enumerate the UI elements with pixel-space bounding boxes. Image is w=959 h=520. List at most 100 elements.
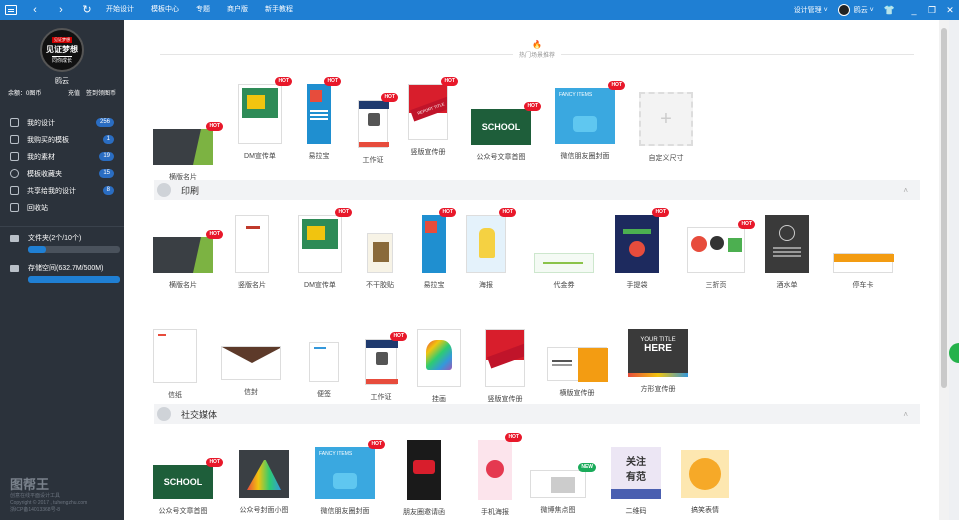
template-card[interactable]: SCHOOL HOT 公众号文章首图 bbox=[466, 102, 541, 162]
template-card[interactable]: FANCY ITEMS HOT 微信朋友圈封面 bbox=[549, 81, 625, 161]
template-card[interactable]: HOT 手提袋 bbox=[607, 208, 669, 290]
template-thumbnail: SCHOOL bbox=[153, 465, 213, 499]
template-thumbnail bbox=[466, 215, 506, 273]
template-thumbnail: REPORT TITLE bbox=[408, 84, 448, 140]
hot-badge: HOT bbox=[390, 332, 407, 341]
template-thumbnail bbox=[485, 329, 525, 387]
template-card[interactable]: HOT 易拉宝 bbox=[414, 208, 456, 290]
share-icon bbox=[10, 186, 19, 195]
template-card[interactable]: HOT 海报 bbox=[461, 208, 516, 290]
sidebar-item-materials[interactable]: 我的素材 19 bbox=[0, 148, 124, 165]
menu-start-design[interactable]: 开始设计 bbox=[106, 0, 134, 20]
flame-icon: 🔥 bbox=[532, 40, 542, 49]
template-card[interactable]: 竖版宣传册 bbox=[480, 329, 530, 404]
user-avatar[interactable] bbox=[837, 4, 850, 16]
template-thumbnail bbox=[238, 84, 282, 144]
template-thumbnail bbox=[422, 215, 446, 273]
custom-size-card[interactable]: + 自定义尺寸 bbox=[634, 92, 698, 163]
template-card[interactable]: HOT 工作证 bbox=[356, 332, 407, 402]
template-card[interactable]: 搞笑表情 bbox=[677, 450, 733, 515]
template-card[interactable]: 信纸 bbox=[152, 329, 198, 400]
balance-text: 余额：0图币 bbox=[8, 91, 42, 97]
template-card[interactable]: YOUR TITLE HERE 方形宣传册 bbox=[624, 329, 692, 394]
sidebar-item-favorites[interactable]: 模板收藏夹 15 bbox=[0, 165, 124, 182]
avatar-sub: 同你成长 bbox=[51, 55, 72, 64]
sidebar-footer: 图帮王 创意在线平面设计工具 Copyright © 2017 , tuheng… bbox=[10, 474, 87, 514]
template-card[interactable]: 代金券 bbox=[529, 253, 599, 290]
template-card[interactable]: 关注 有范 二维码 bbox=[607, 447, 665, 516]
template-card[interactable]: 公众号封面小图 bbox=[232, 450, 296, 515]
template-thumbnail bbox=[765, 215, 809, 273]
template-thumbnail bbox=[298, 215, 342, 273]
storage-usage: 存储空间(632.7M/500M) bbox=[0, 263, 124, 283]
forward-arrow-icon[interactable]: › bbox=[48, 0, 74, 20]
sidebar-item-my-designs[interactable]: 我的设计 256 bbox=[0, 114, 124, 131]
template-card[interactable]: 便签 bbox=[304, 342, 344, 399]
collapse-icon[interactable]: ˄ bbox=[903, 186, 908, 195]
template-thumbnail bbox=[153, 237, 213, 273]
minimize-button[interactable]: _ bbox=[905, 5, 923, 15]
template-card[interactable]: NEW 微博焦点图 bbox=[526, 463, 596, 515]
user-icon bbox=[10, 118, 19, 127]
sidebar-item-purchased[interactable]: 我购买的模板 1 bbox=[0, 131, 124, 148]
template-thumbnail bbox=[615, 215, 659, 273]
template-thumbnail bbox=[239, 450, 289, 498]
side-widget-button[interactable] bbox=[949, 343, 959, 363]
sidebar-item-trash[interactable]: 回收站 bbox=[0, 199, 124, 216]
user-menu[interactable]: 鸥云 ˅ bbox=[854, 5, 874, 15]
template-card[interactable]: HOT 易拉宝 bbox=[299, 77, 341, 161]
template-card[interactable]: 酒水单 bbox=[762, 215, 812, 290]
scrollbar-thumb[interactable] bbox=[941, 28, 947, 388]
template-card[interactable]: FANCY ITEMS HOT 微信朋友圈封面 bbox=[314, 440, 385, 516]
avatar-title: 见证梦想 bbox=[46, 44, 78, 54]
template-thumbnail bbox=[417, 329, 461, 387]
template-card[interactable]: HOT DM宣传单 bbox=[294, 208, 352, 290]
template-card[interactable]: SCHOOL HOT 公众号文章首图 bbox=[152, 458, 223, 516]
profile-avatar[interactable]: 见证梦想 见证梦想 同你成长 bbox=[40, 28, 84, 72]
count-badge: 1 bbox=[102, 135, 114, 144]
template-thumbnail bbox=[309, 342, 339, 382]
design-manage-dropdown[interactable]: 设计管理 ˅ bbox=[794, 5, 828, 15]
refresh-icon[interactable]: ↻ bbox=[74, 0, 100, 20]
close-button[interactable]: ✕ bbox=[941, 5, 959, 16]
maximize-button[interactable]: ❐ bbox=[923, 5, 941, 16]
template-card[interactable]: 挂画 bbox=[414, 329, 464, 404]
hot-badge: HOT bbox=[335, 208, 352, 217]
template-card[interactable]: HOT 工作证 bbox=[348, 93, 398, 165]
back-arrow-icon[interactable]: ‹ bbox=[22, 0, 48, 20]
template-card[interactable]: HOT 手机海报 bbox=[470, 433, 522, 517]
menu-merchant[interactable]: 商户版 bbox=[227, 0, 248, 20]
template-card[interactable]: HOT DM宣传单 bbox=[235, 77, 292, 161]
section-print[interactable]: 印刷 ˄ bbox=[154, 180, 920, 200]
template-card[interactable]: 不干胶贴 bbox=[360, 233, 400, 290]
template-card[interactable]: HOT 横版名片 bbox=[152, 107, 223, 182]
menu-icon[interactable] bbox=[0, 0, 22, 20]
menu-topics[interactable]: 专题 bbox=[196, 0, 210, 20]
trash-icon bbox=[10, 203, 19, 212]
tshirt-icon[interactable]: 👕 bbox=[884, 5, 895, 16]
template-card[interactable]: 停车卡 bbox=[830, 253, 896, 290]
template-card[interactable]: 信封 bbox=[218, 346, 284, 397]
template-card[interactable]: 横版宣传册 bbox=[544, 347, 610, 398]
template-card[interactable]: HOT 横版名片 bbox=[152, 230, 223, 290]
storage-progress bbox=[28, 276, 120, 283]
hot-badge: HOT bbox=[524, 102, 541, 111]
collapse-icon[interactable]: ˄ bbox=[903, 410, 908, 419]
menu-template-center[interactable]: 模板中心 bbox=[151, 0, 179, 20]
template-thumbnail bbox=[681, 450, 729, 498]
template-card[interactable]: 朋友圈邀请函 bbox=[394, 440, 454, 517]
cart-icon bbox=[10, 135, 19, 144]
scrollbar[interactable] bbox=[939, 20, 949, 520]
count-badge: 256 bbox=[95, 118, 114, 127]
menu-tutorial[interactable]: 新手教程 bbox=[265, 0, 293, 20]
hot-badge: HOT bbox=[652, 208, 669, 217]
template-card[interactable]: 竖版名片 bbox=[227, 215, 277, 290]
template-card[interactable]: HOT 三折页 bbox=[681, 220, 755, 290]
template-card[interactable]: REPORT TITLE HOT 竖版宣传册 bbox=[403, 77, 458, 157]
recharge-link[interactable]: 充值 bbox=[68, 91, 80, 97]
section-social[interactable]: 社交媒体 ˄ bbox=[154, 404, 920, 424]
checkin-link[interactable]: 签到领图币 bbox=[86, 91, 116, 97]
sidebar-list: 我的设计 256 我购买的模板 1 我的素材 19 模板收藏夹 15 共享给我的设计 8 … bbox=[0, 114, 124, 216]
sidebar-item-shared[interactable]: 共享给我的设计 8 bbox=[0, 182, 124, 199]
hot-badge: HOT bbox=[206, 122, 223, 131]
